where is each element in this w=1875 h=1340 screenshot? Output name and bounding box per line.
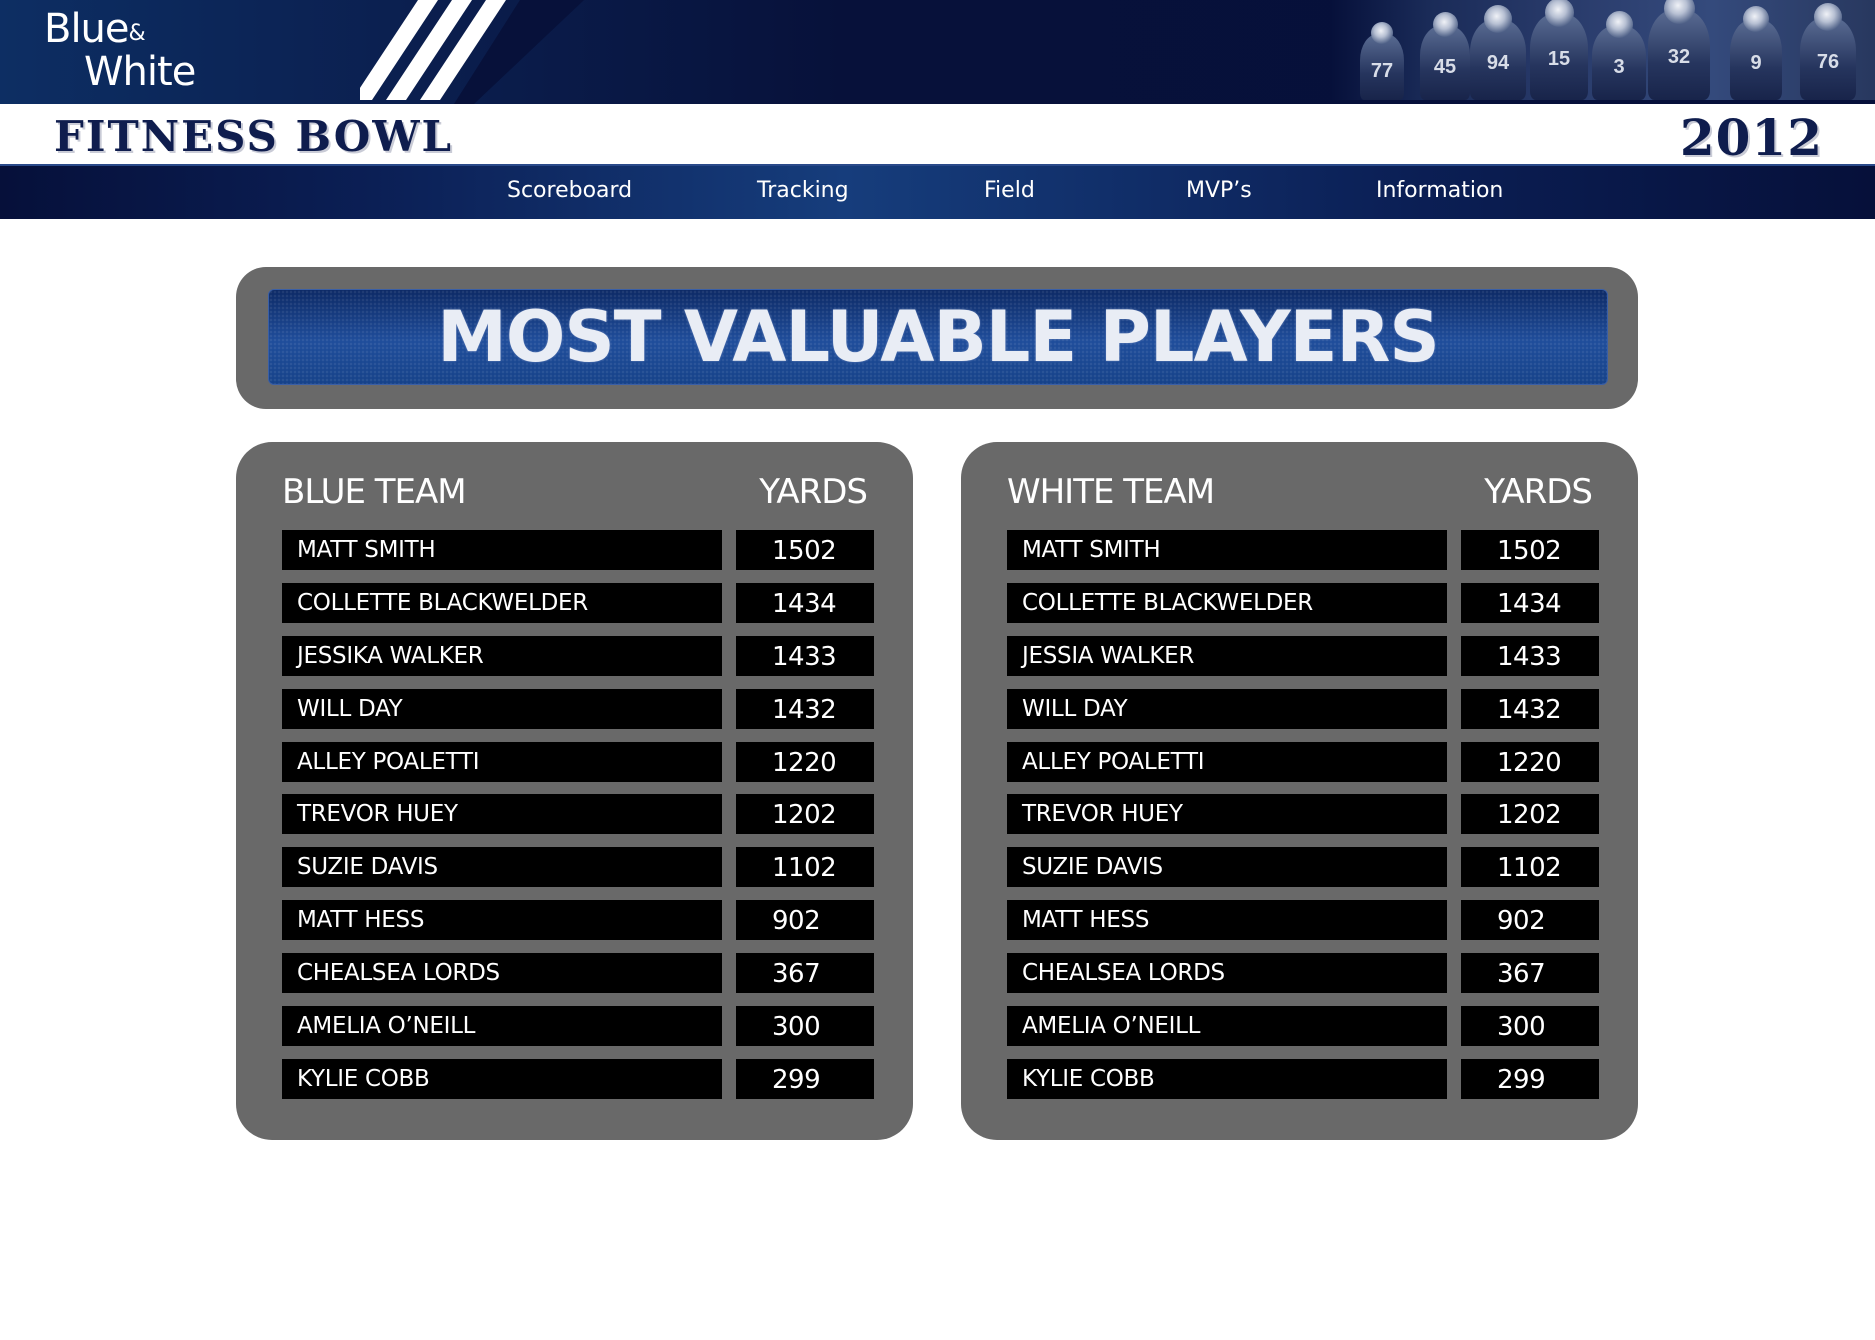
event-year: 2012 xyxy=(1679,108,1823,167)
player-yards: 300 xyxy=(736,1006,874,1047)
nav-item-mvps[interactable]: MVP’s xyxy=(1186,166,1252,219)
mvp-header-frame: MOST VALUABLE PLAYERS xyxy=(236,267,1638,409)
player-yards: 299 xyxy=(736,1058,874,1099)
team-name: BLUE TEAM xyxy=(282,472,467,512)
player-yards: 902 xyxy=(1461,900,1599,941)
nav-item-tracking[interactable]: Tracking xyxy=(757,166,849,219)
yards-column-header: YARDS xyxy=(759,472,868,512)
title-bar: FITNESS BOWL 2012 xyxy=(0,104,1875,167)
player-name: MATT HESS xyxy=(1007,900,1447,941)
player-name: SUZIE DAVIS xyxy=(1007,847,1447,888)
player-name: AMELIA O’NEILL xyxy=(282,1006,722,1047)
jersey-number: 45 xyxy=(1433,55,1457,78)
nav-item-scoreboard[interactable]: Scoreboard xyxy=(507,166,632,219)
player-yards: 902 xyxy=(736,900,874,941)
logo-ampersand: & xyxy=(128,21,146,46)
player-name: JESSIA WALKER xyxy=(1007,635,1447,676)
player-yards: 367 xyxy=(1461,953,1599,994)
player-yards: 1220 xyxy=(1461,741,1599,782)
nav-item-information[interactable]: Information xyxy=(1376,166,1503,219)
player-silhouette: 76 xyxy=(1800,3,1856,100)
player-silhouette: 94 xyxy=(1470,5,1526,100)
helmet-icon xyxy=(1545,0,1574,27)
player-name: AMELIA O’NEILL xyxy=(1007,1006,1447,1047)
player-name: COLLETTE BLACKWELDER xyxy=(1007,582,1447,623)
blue-white-logo[interactable]: Blue& White xyxy=(44,9,196,95)
player-yards: 300 xyxy=(1461,1006,1599,1047)
player-yards: 1202 xyxy=(1461,794,1599,835)
helmet-icon xyxy=(1606,11,1633,38)
helmet-icon xyxy=(1814,3,1842,31)
helmet-icon xyxy=(1743,6,1769,32)
team-players-photo: 77 45 94 15 3 32 9 76 xyxy=(1330,0,1875,100)
player-name: MATT HESS xyxy=(282,900,722,941)
blue-team-panel: BLUE TEAM YARDS MATT SMITH 1502 COLLETTE … xyxy=(236,442,913,1140)
player-name: MATT SMITH xyxy=(1007,530,1447,570)
jersey-number: 76 xyxy=(1816,50,1840,73)
white-team-panel: WHITE TEAM YARDS MATT SMITH 1502 COLLETTE… xyxy=(961,442,1638,1140)
page-title: MOST VALUABLE PLAYERS xyxy=(437,296,1440,378)
player-yards: 1433 xyxy=(1461,635,1599,676)
player-name: KYLIE COBB xyxy=(282,1058,722,1099)
player-silhouette: 9 xyxy=(1730,6,1782,100)
jersey-number: 77 xyxy=(1370,60,1394,83)
player-name: JESSIKA WALKER xyxy=(282,635,722,676)
jersey-number: 9 xyxy=(1750,52,1762,74)
jersey-number: 15 xyxy=(1547,48,1571,71)
player-name: ALLEY POALETTI xyxy=(282,741,722,782)
diagonal-stripes-decoration xyxy=(360,0,584,104)
player-name: WILL DAY xyxy=(282,688,722,729)
helmet-icon xyxy=(1371,22,1393,44)
main-navigation: Scoreboard Tracking Field MVP’s Informat… xyxy=(0,164,1875,219)
player-yards: 1220 xyxy=(736,741,874,782)
player-name: ALLEY POALETTI xyxy=(1007,741,1447,782)
helmet-icon xyxy=(1433,12,1458,37)
helmet-icon xyxy=(1664,0,1695,24)
player-yards: 1502 xyxy=(736,530,874,570)
player-name: CHEALSEA LORDS xyxy=(282,953,722,994)
player-silhouette: 3 xyxy=(1592,11,1646,100)
player-yards: 1433 xyxy=(736,635,874,676)
logo-word-blue: Blue xyxy=(44,6,130,52)
yards-column-header: YARDS xyxy=(1484,472,1593,512)
player-name: WILL DAY xyxy=(1007,688,1447,729)
player-silhouette: 15 xyxy=(1530,0,1588,100)
player-name: MATT SMITH xyxy=(282,530,722,570)
top-banner: Blue& White 77 45 94 15 3 32 9 76 xyxy=(0,0,1875,104)
jersey-number: 3 xyxy=(1613,55,1625,78)
player-yards: 1102 xyxy=(1461,847,1599,888)
jersey-number: 32 xyxy=(1667,46,1691,68)
nav-item-field[interactable]: Field xyxy=(984,166,1035,219)
player-yards: 1202 xyxy=(736,794,874,835)
player-silhouette: 77 xyxy=(1360,22,1404,100)
player-silhouette: 45 xyxy=(1420,12,1470,100)
event-title: FITNESS BOWL xyxy=(54,112,454,161)
player-yards: 1432 xyxy=(736,688,874,729)
mvp-header-scoreboard: MOST VALUABLE PLAYERS xyxy=(268,289,1608,385)
logo-word-white: White xyxy=(84,49,196,95)
player-yards: 1102 xyxy=(736,847,874,888)
player-name: COLLETTE BLACKWELDER xyxy=(282,582,722,623)
helmet-icon xyxy=(1484,5,1512,33)
player-name: TREVOR HUEY xyxy=(1007,794,1447,835)
team-name: WHITE TEAM xyxy=(1007,472,1215,512)
player-name: CHEALSEA LORDS xyxy=(1007,953,1447,994)
player-name: KYLIE COBB xyxy=(1007,1058,1447,1099)
player-yards: 1434 xyxy=(736,582,874,623)
player-yards: 367 xyxy=(736,953,874,994)
player-name: SUZIE DAVIS xyxy=(282,847,722,888)
player-silhouette: 32 xyxy=(1648,0,1710,100)
jersey-number: 94 xyxy=(1486,52,1510,74)
player-yards: 1502 xyxy=(1461,530,1599,570)
player-yards: 1434 xyxy=(1461,582,1599,623)
player-yards: 299 xyxy=(1461,1058,1599,1099)
player-yards: 1432 xyxy=(1461,688,1599,729)
player-name: TREVOR HUEY xyxy=(282,794,722,835)
